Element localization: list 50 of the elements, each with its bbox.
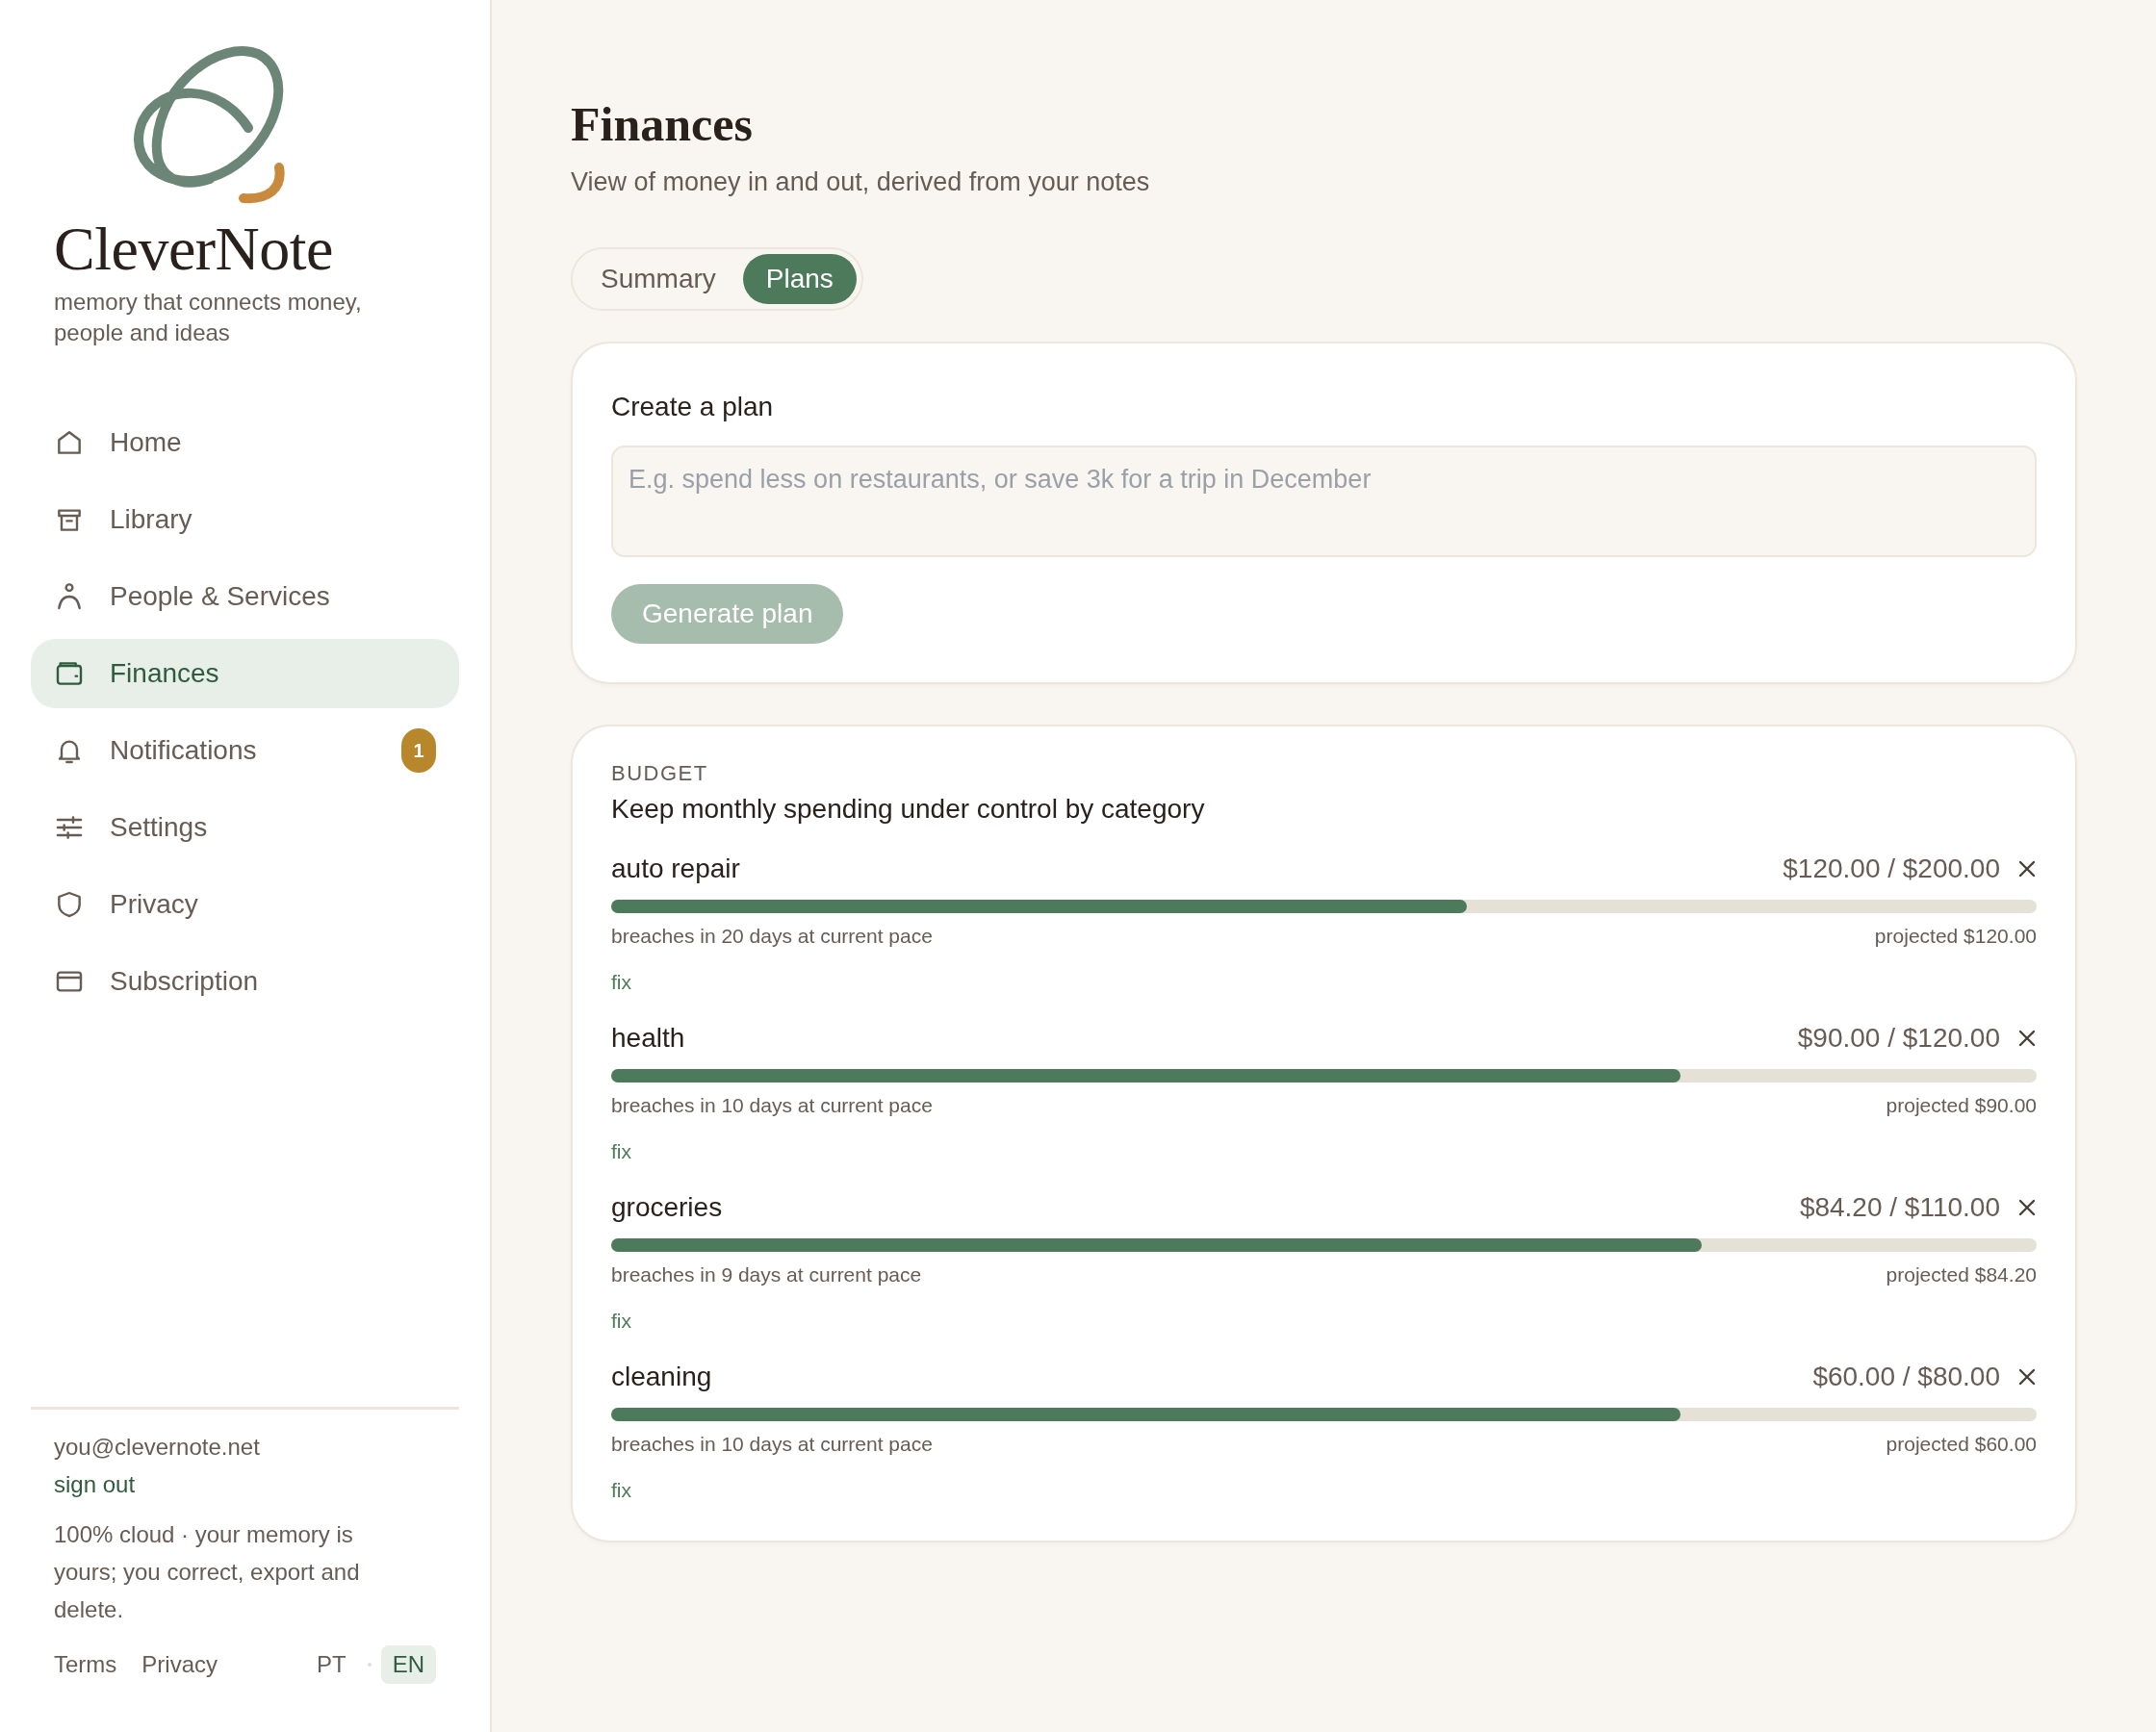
close-icon[interactable] (2017, 1198, 2037, 1217)
section-title: Keep monthly spending under control by category (611, 794, 1206, 825)
page-title: Finances (571, 96, 754, 152)
tagline: memory that connects money, people and ideas (54, 288, 363, 347)
forecast-text: breaches in 20 days at current pace (611, 925, 933, 948)
count-badge: 1 (401, 728, 436, 773)
nav-item[interactable]: Home (31, 408, 459, 477)
section-label: BUDGET (611, 761, 709, 786)
fix-link[interactable]: fix (611, 971, 631, 994)
footer-link[interactable]: Terms (54, 1651, 117, 1678)
card-title: Create a plan (611, 392, 775, 422)
account-email: you@clevernote.net (53, 1433, 261, 1462)
category-name: auto repair (611, 853, 740, 884)
budget-amount: $120.00 / $200.00 (1783, 853, 2000, 884)
page-subtitle: View of money in and out, derived from your notes (571, 167, 1151, 197)
forecast-text: breaches in 10 days at current pace (611, 1433, 933, 1456)
tab[interactable]: Plans (742, 254, 857, 304)
language-option[interactable]: EN (380, 1645, 436, 1684)
sign-out-link[interactable]: sign out (31, 1471, 136, 1498)
brand-name: CleverNote (54, 216, 334, 283)
privacy-note: 100% cloud · your memory is yours; you correct, export and delete. (54, 1520, 361, 1624)
projected-amount: projected $84.20 (1886, 1263, 2037, 1286)
projected-amount: projected $60.00 (1886, 1433, 2037, 1456)
projected-amount: projected $90.00 (1886, 1094, 2037, 1117)
nav-item[interactable]: People & Services (31, 562, 459, 631)
budget-amount: $90.00 / $120.00 (1797, 1023, 2000, 1054)
close-icon[interactable] (2017, 1367, 2037, 1387)
category-name: cleaning (611, 1362, 712, 1392)
tab[interactable]: Summary (578, 254, 739, 304)
nav-item[interactable]: Notifications 1 (31, 716, 459, 785)
language-option[interactable]: PT (305, 1645, 358, 1684)
budget-amount: $84.20 / $110.00 (1799, 1192, 2000, 1223)
nav-item[interactable]: Settings (31, 793, 459, 862)
fix-link[interactable]: fix (611, 1479, 631, 1502)
fix-link[interactable]: fix (611, 1140, 631, 1163)
nav-item[interactable]: Finances (31, 639, 459, 708)
forecast-text: breaches in 10 days at current pace (611, 1094, 933, 1117)
close-icon[interactable] (2017, 859, 2037, 879)
projected-amount: projected $120.00 (1874, 925, 2037, 948)
category-name: health (611, 1023, 685, 1054)
budget-amount: $60.00 / $80.00 (1812, 1362, 2000, 1392)
fix-link[interactable]: fix (611, 1310, 631, 1333)
category-name: groceries (611, 1192, 723, 1223)
nav-item[interactable]: Subscription (31, 947, 459, 1016)
footer-link[interactable]: Privacy (141, 1651, 218, 1678)
forecast-text: breaches in 9 days at current pace (611, 1263, 922, 1286)
plan-input-field[interactable]: E.g. spend less on restaurants, or save 3k for a trip in December (611, 446, 2037, 557)
close-icon[interactable] (2017, 1029, 2037, 1048)
nav-item[interactable]: Library (31, 485, 459, 554)
nav-item[interactable]: Privacy (31, 870, 459, 939)
